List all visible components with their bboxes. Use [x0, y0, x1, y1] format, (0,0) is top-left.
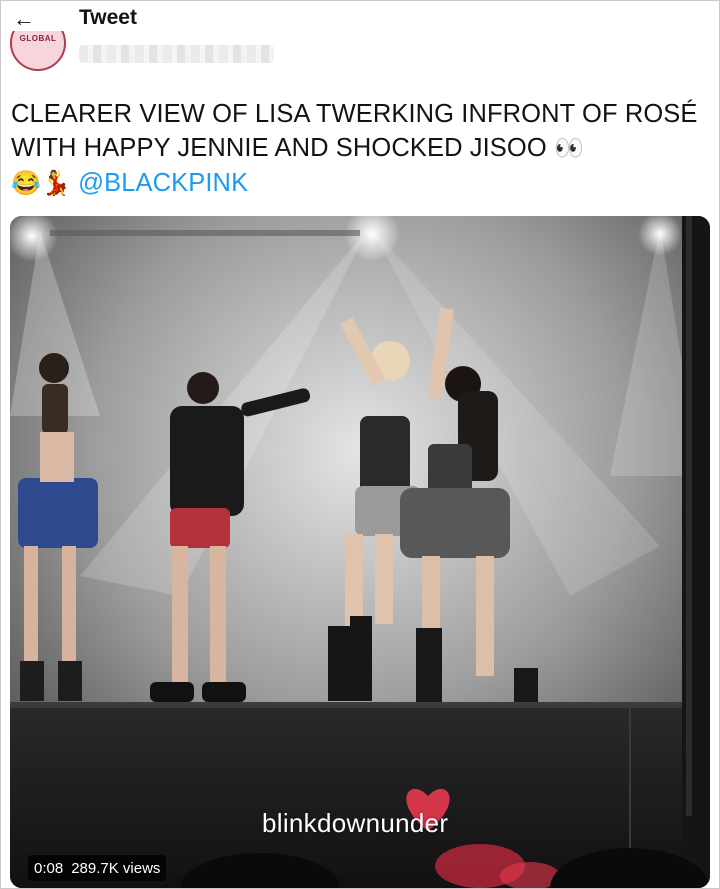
avatar-text: GLOBAL	[19, 34, 57, 43]
eyes-emoji: 👀	[553, 135, 584, 162]
video-watermark: blinkdownunder	[262, 808, 449, 838]
video-stats-badge: 0:08 289.7K views	[28, 855, 167, 881]
top-bar: ← Tweet	[1, 1, 719, 39]
author-name-blurred[interactable]	[79, 45, 274, 63]
video-player[interactable]: blinkdownunder 0:08 289.7K views	[10, 216, 710, 888]
video-views: 289.7K views	[71, 859, 161, 877]
tweet-text: CLEARER VIEW OF LISA TWERKING INFRONT OF…	[11, 97, 711, 201]
back-arrow-icon[interactable]: ←	[11, 6, 37, 31]
concert-scene	[10, 216, 710, 888]
tweet-body: CLEARER VIEW OF LISA TWERKING INFRONT OF…	[11, 100, 698, 162]
avatar[interactable]: GLOBAL	[10, 31, 66, 73]
laughing-emoji: 😂	[11, 170, 41, 197]
video-duration: 0:08	[34, 859, 64, 877]
mention-link[interactable]: @BLACKPINK	[78, 169, 248, 197]
dancer-emoji: 💃	[40, 170, 71, 197]
page-title: Tweet	[79, 6, 137, 29]
